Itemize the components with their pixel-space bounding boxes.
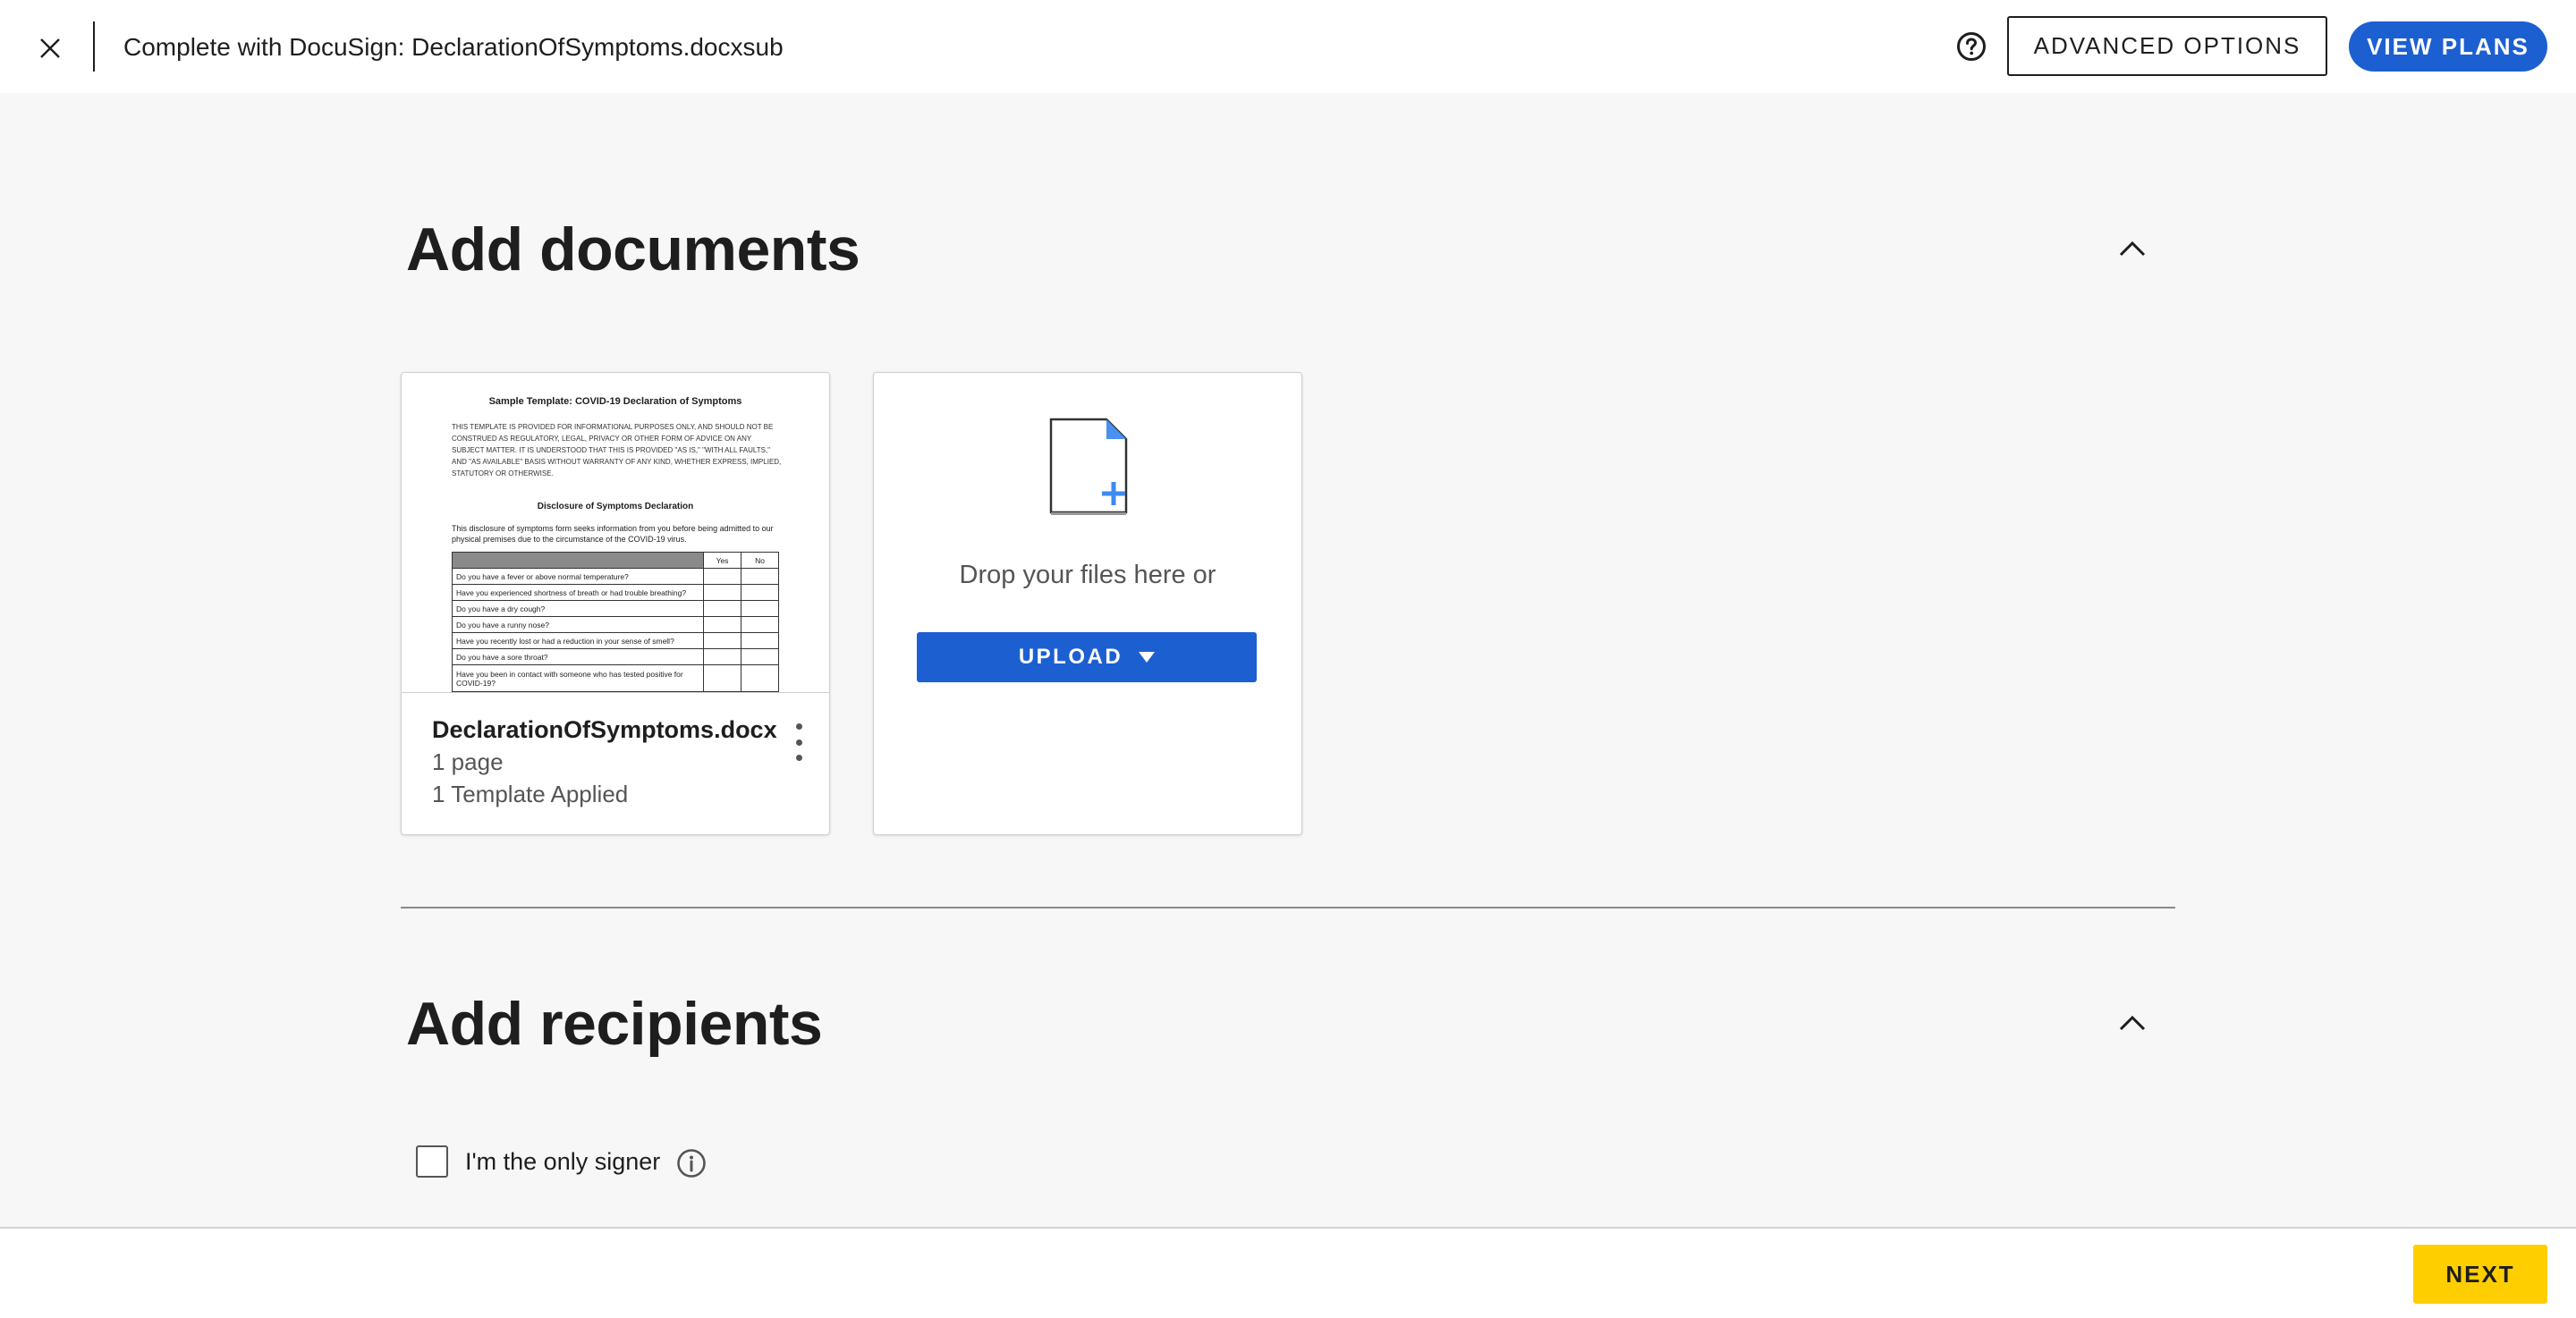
- preview-question: Do you have a runny nose?: [452, 616, 704, 633]
- table-row: Have you experienced shortness of breath…: [452, 584, 779, 601]
- document-templates-applied: 1 Template Applied: [432, 781, 629, 807]
- table-row: Have you recently lost or had a reductio…: [452, 632, 779, 649]
- only-signer-info-button[interactable]: [676, 1148, 707, 1179]
- top-bar: Complete with DocuSign: DeclarationOfSym…: [0, 0, 2576, 93]
- drop-files-text: Drop your files here or: [959, 561, 1216, 589]
- upload-button[interactable]: UPLOAD: [917, 632, 1257, 682]
- view-plans-button[interactable]: VIEW PLANS: [2349, 21, 2547, 72]
- preview-question-header: [452, 552, 704, 569]
- envelope-title: Complete with DocuSign: DeclarationOfSym…: [123, 33, 784, 61]
- preview-title: Sample Template: COVID-19 Declaration of…: [488, 396, 742, 407]
- help-button[interactable]: [1953, 29, 1989, 64]
- upload-button-label: UPLOAD: [1018, 645, 1123, 669]
- table-row: Have you been in contact with someone wh…: [452, 664, 779, 692]
- only-signer-label[interactable]: I'm the only signer: [465, 1148, 660, 1176]
- advanced-options-button[interactable]: ADVANCED OPTIONS: [2007, 16, 2327, 76]
- preview-yes-header: Yes: [703, 552, 741, 569]
- header-divider: [93, 21, 95, 72]
- more-vertical-icon[interactable]: [788, 723, 809, 761]
- document-thumbnail: Sample Template: COVID-19 Declaration of…: [402, 373, 829, 693]
- document-card[interactable]: Sample Template: COVID-19 Declaration of…: [401, 372, 830, 835]
- table-row: Do you have a fever or above normal temp…: [452, 568, 779, 585]
- close-button[interactable]: [32, 30, 68, 66]
- dropdown-caret-icon: [1139, 652, 1156, 663]
- collapse-recipients-button[interactable]: [2114, 1005, 2150, 1041]
- document-name: DeclarationOfSymptoms.docx: [432, 716, 777, 743]
- preview-intro: This disclosure of symptoms form seeks i…: [452, 524, 774, 544]
- next-button[interactable]: NEXT: [2413, 1245, 2547, 1304]
- add-documents-heading: Add documents: [406, 215, 860, 283]
- document-page-count: 1 page: [432, 748, 504, 775]
- table-row: Do you have a sore throat?: [452, 648, 779, 665]
- collapse-documents-button[interactable]: [2114, 231, 2150, 266]
- add-recipients-heading: Add recipients: [406, 990, 823, 1058]
- preview-subtitle: Disclosure of Symptoms Declaration: [537, 502, 694, 511]
- close-icon: [40, 38, 60, 58]
- chevron-up-icon: [2119, 1015, 2146, 1031]
- footer-bar: NEXT: [0, 1227, 2576, 1318]
- file-add-icon: [1049, 418, 1128, 515]
- help-icon: [1957, 32, 1986, 61]
- only-signer-checkbox[interactable]: [416, 1145, 448, 1178]
- chevron-up-icon: [2119, 241, 2146, 257]
- preview-question: Do you have a fever or above normal temp…: [452, 568, 704, 585]
- preview-question: Have you recently lost or had a reductio…: [452, 632, 704, 649]
- upload-dropzone[interactable]: Drop your files here or UPLOAD: [873, 372, 1302, 835]
- preview-question: Do you have a dry cough?: [452, 600, 704, 617]
- preview-question: Do you have a sore throat?: [452, 648, 704, 665]
- preview-disclaimer: THIS TEMPLATE IS PROVIDED FOR INFORMATIO…: [452, 423, 782, 477]
- info-icon: [677, 1149, 706, 1178]
- table-row: Do you have a dry cough?: [452, 600, 779, 617]
- preview-table: Yes No Do you have a fever or above norm…: [452, 552, 779, 692]
- preview-question: Have you been in contact with someone wh…: [452, 664, 704, 692]
- preview-no-header: No: [741, 552, 779, 569]
- section-divider: [401, 907, 2175, 908]
- preview-question: Have you experienced shortness of breath…: [452, 584, 704, 601]
- preview-table-header: Yes No: [452, 552, 779, 569]
- table-row: Do you have a runny nose?: [452, 616, 779, 633]
